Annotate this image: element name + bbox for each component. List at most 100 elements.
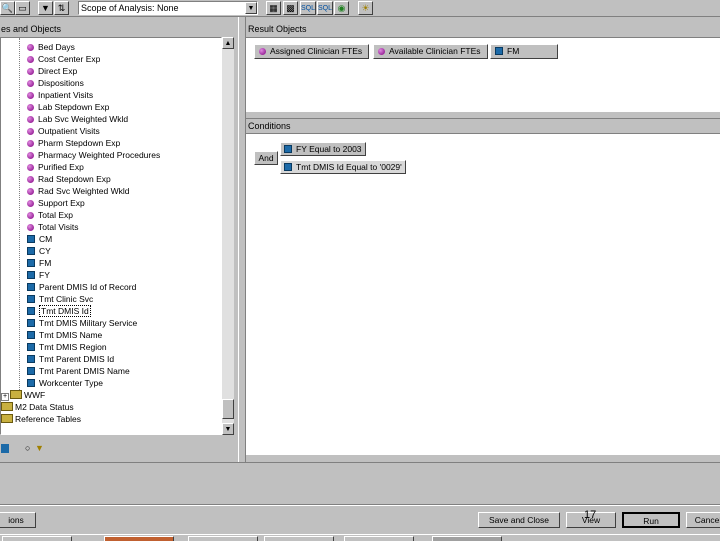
- result-chip-fm[interactable]: FM: [490, 44, 558, 59]
- folder-tree-item[interactable]: Reference Tables: [1, 413, 81, 425]
- dimension-tree-item[interactable]: Tmt Clinic Svc: [27, 293, 93, 305]
- measure-tree-item[interactable]: Rad Svc Weighted Wkld: [27, 185, 130, 197]
- chart-icon[interactable]: ▩: [283, 1, 298, 15]
- expand-icon[interactable]: +: [1, 393, 9, 401]
- measure-icon: [27, 104, 34, 111]
- dimension-tree-item[interactable]: Workcenter Type: [27, 377, 103, 389]
- vertical-splitter[interactable]: [238, 17, 246, 462]
- condition-tmt-dmis-id-equal[interactable]: Tmt DMIS Id Equal to '0029': [280, 160, 406, 174]
- taskbar-item[interactable]: [104, 536, 174, 541]
- measure-tree-item[interactable]: Cost Center Exp: [27, 53, 100, 65]
- folder-icon: [1, 402, 13, 411]
- bulb-icon[interactable]: ☀: [358, 1, 373, 15]
- and-operator-button[interactable]: And: [254, 151, 278, 165]
- condition-label: Tmt DMIS Id Equal to '0029': [296, 162, 402, 172]
- taskbar-item[interactable]: [264, 536, 334, 541]
- result-chip-assigned-clinician-ftes[interactable]: Assigned Clinician FTEs: [254, 44, 370, 59]
- dimension-icon: [27, 247, 35, 255]
- measure-tree-item[interactable]: Lab Stepdown Exp: [27, 101, 109, 113]
- status-panel: [0, 462, 720, 504]
- conditions-area[interactable]: And FY Equal to 2003 Tmt DMIS Id Equal t…: [246, 133, 720, 455]
- tree-item-label: Dispositions: [38, 78, 84, 88]
- measure-tree-item[interactable]: Inpatient Visits: [27, 89, 93, 101]
- result-chip-available-clinician-ftes[interactable]: Available Clinician FTEs: [373, 44, 488, 59]
- tree-item-label: Tmt Clinic Svc: [39, 294, 94, 304]
- measure-tree-item[interactable]: Pharm Stepdown Exp: [27, 137, 120, 149]
- folder-tree-item[interactable]: M2 Data Status: [1, 401, 74, 413]
- dimension-filter-icon[interactable]: [1, 444, 9, 453]
- tree-item-label: Tmt DMIS Id: [39, 305, 91, 317]
- dimension-icon: [27, 331, 35, 339]
- measure-tree-item[interactable]: Dispositions: [27, 77, 84, 89]
- measure-tree-item[interactable]: Support Exp: [27, 197, 85, 209]
- scroll-up-icon[interactable]: ▲: [222, 37, 234, 49]
- scroll-thumb[interactable]: [222, 399, 234, 419]
- filter-funnel-icon[interactable]: ▼: [35, 443, 44, 453]
- tree-item-label: Cost Center Exp: [38, 54, 101, 64]
- measure-tree-item[interactable]: Outpatient Visits: [27, 125, 100, 137]
- dimension-tree-item[interactable]: CM: [27, 233, 52, 245]
- dimension-tree-item[interactable]: FY: [27, 269, 50, 281]
- dimension-tree-item[interactable]: Tmt DMIS Military Service: [27, 317, 137, 329]
- tree-item-label: Lab Svc Weighted Wkld: [38, 114, 129, 124]
- dimension-icon: [495, 47, 503, 55]
- save-and-close-button[interactable]: Save and Close: [478, 512, 560, 528]
- sql-alt-icon[interactable]: SQL: [317, 1, 333, 15]
- tree-item-label: CY: [39, 246, 51, 256]
- sort-icon[interactable]: ⇅: [54, 1, 69, 15]
- measure-tree-item[interactable]: Bed Days: [27, 41, 75, 53]
- dimension-tree-item[interactable]: Tmt Parent DMIS Id: [27, 353, 114, 365]
- taskbar-item[interactable]: [344, 536, 414, 541]
- folder-tree-item[interactable]: + WWF: [1, 389, 45, 401]
- dimension-icon: [27, 235, 35, 243]
- scope-of-analysis-combo[interactable]: Scope of Analysis: None ▼: [78, 1, 258, 15]
- dimension-tree-item[interactable]: FM: [27, 257, 51, 269]
- dimension-tree-item[interactable]: Tmt DMIS Region: [27, 341, 107, 353]
- dimension-tree-item[interactable]: Tmt DMIS Id: [27, 305, 91, 317]
- toolbar: 🔍 ▭ ▼ ⇅ Scope of Analysis: None ▼ ▦ ▩ SQ…: [0, 0, 720, 17]
- taskbar-item[interactable]: [188, 536, 258, 541]
- tree-item-label: Tmt DMIS Region: [39, 342, 107, 352]
- dimension-icon: [27, 295, 35, 303]
- funnel-icon[interactable]: ▼: [38, 1, 53, 15]
- magnifier-icon[interactable]: 🔍: [0, 1, 15, 15]
- result-chip-label: Assigned Clinician FTEs: [270, 46, 363, 56]
- measure-icon: [27, 140, 34, 147]
- measure-tree-item[interactable]: Purified Exp: [27, 161, 84, 173]
- tree-item-label: Pharm Stepdown Exp: [38, 138, 121, 148]
- sql-icon[interactable]: SQL: [300, 1, 316, 15]
- tree-vertical-scrollbar[interactable]: ▲ ▼: [222, 37, 234, 435]
- measure-tree-item[interactable]: Direct Exp: [27, 65, 77, 77]
- taskbar-item[interactable]: [432, 536, 502, 541]
- measure-tree-item[interactable]: Total Visits: [27, 221, 78, 233]
- dimension-tree-item[interactable]: CY: [27, 245, 51, 257]
- dimension-tree-item[interactable]: Tmt DMIS Name: [27, 329, 102, 341]
- measure-icon: [27, 224, 34, 231]
- measure-tree-item[interactable]: Rad Stepdown Exp: [27, 173, 111, 185]
- web-icon[interactable]: ◉: [334, 1, 349, 15]
- chevron-down-icon[interactable]: ▼: [245, 2, 257, 14]
- dimension-tree-item[interactable]: Parent DMIS Id of Record: [27, 281, 136, 293]
- condition-fy-equal-2003[interactable]: FY Equal to 2003: [280, 142, 366, 156]
- result-chip-label: Available Clinician FTEs: [389, 46, 481, 56]
- tree-item-label: FY: [39, 270, 50, 280]
- grid-icon[interactable]: ▦: [266, 1, 281, 15]
- scroll-down-icon[interactable]: ▼: [222, 423, 234, 435]
- window-icon[interactable]: ▭: [15, 1, 30, 15]
- result-objects-header: Result Objects: [248, 24, 307, 34]
- tree-item-label: Workcenter Type: [39, 378, 103, 388]
- options-button[interactable]: ions: [0, 512, 36, 528]
- radio-button-icon[interactable]: ○: [25, 443, 30, 453]
- run-button[interactable]: Run: [622, 512, 680, 528]
- taskbar-item[interactable]: [2, 536, 72, 541]
- taskbar: [0, 534, 720, 541]
- measure-tree-item[interactable]: Lab Svc Weighted Wkld: [27, 113, 128, 125]
- measure-tree-item[interactable]: Pharmacy Weighted Procedures: [27, 149, 160, 161]
- cancel-button[interactable]: Cancel: [686, 512, 720, 528]
- tree-item-label: Bed Days: [38, 42, 75, 52]
- horizontal-splitter[interactable]: [246, 111, 720, 119]
- dimension-tree-item[interactable]: Tmt Parent DMIS Name: [27, 365, 130, 377]
- measure-tree-item[interactable]: Total Exp: [27, 209, 73, 221]
- tree-item-label: Total Visits: [38, 222, 79, 232]
- result-objects-area[interactable]: Assigned Clinician FTEs Available Clinic…: [246, 37, 720, 111]
